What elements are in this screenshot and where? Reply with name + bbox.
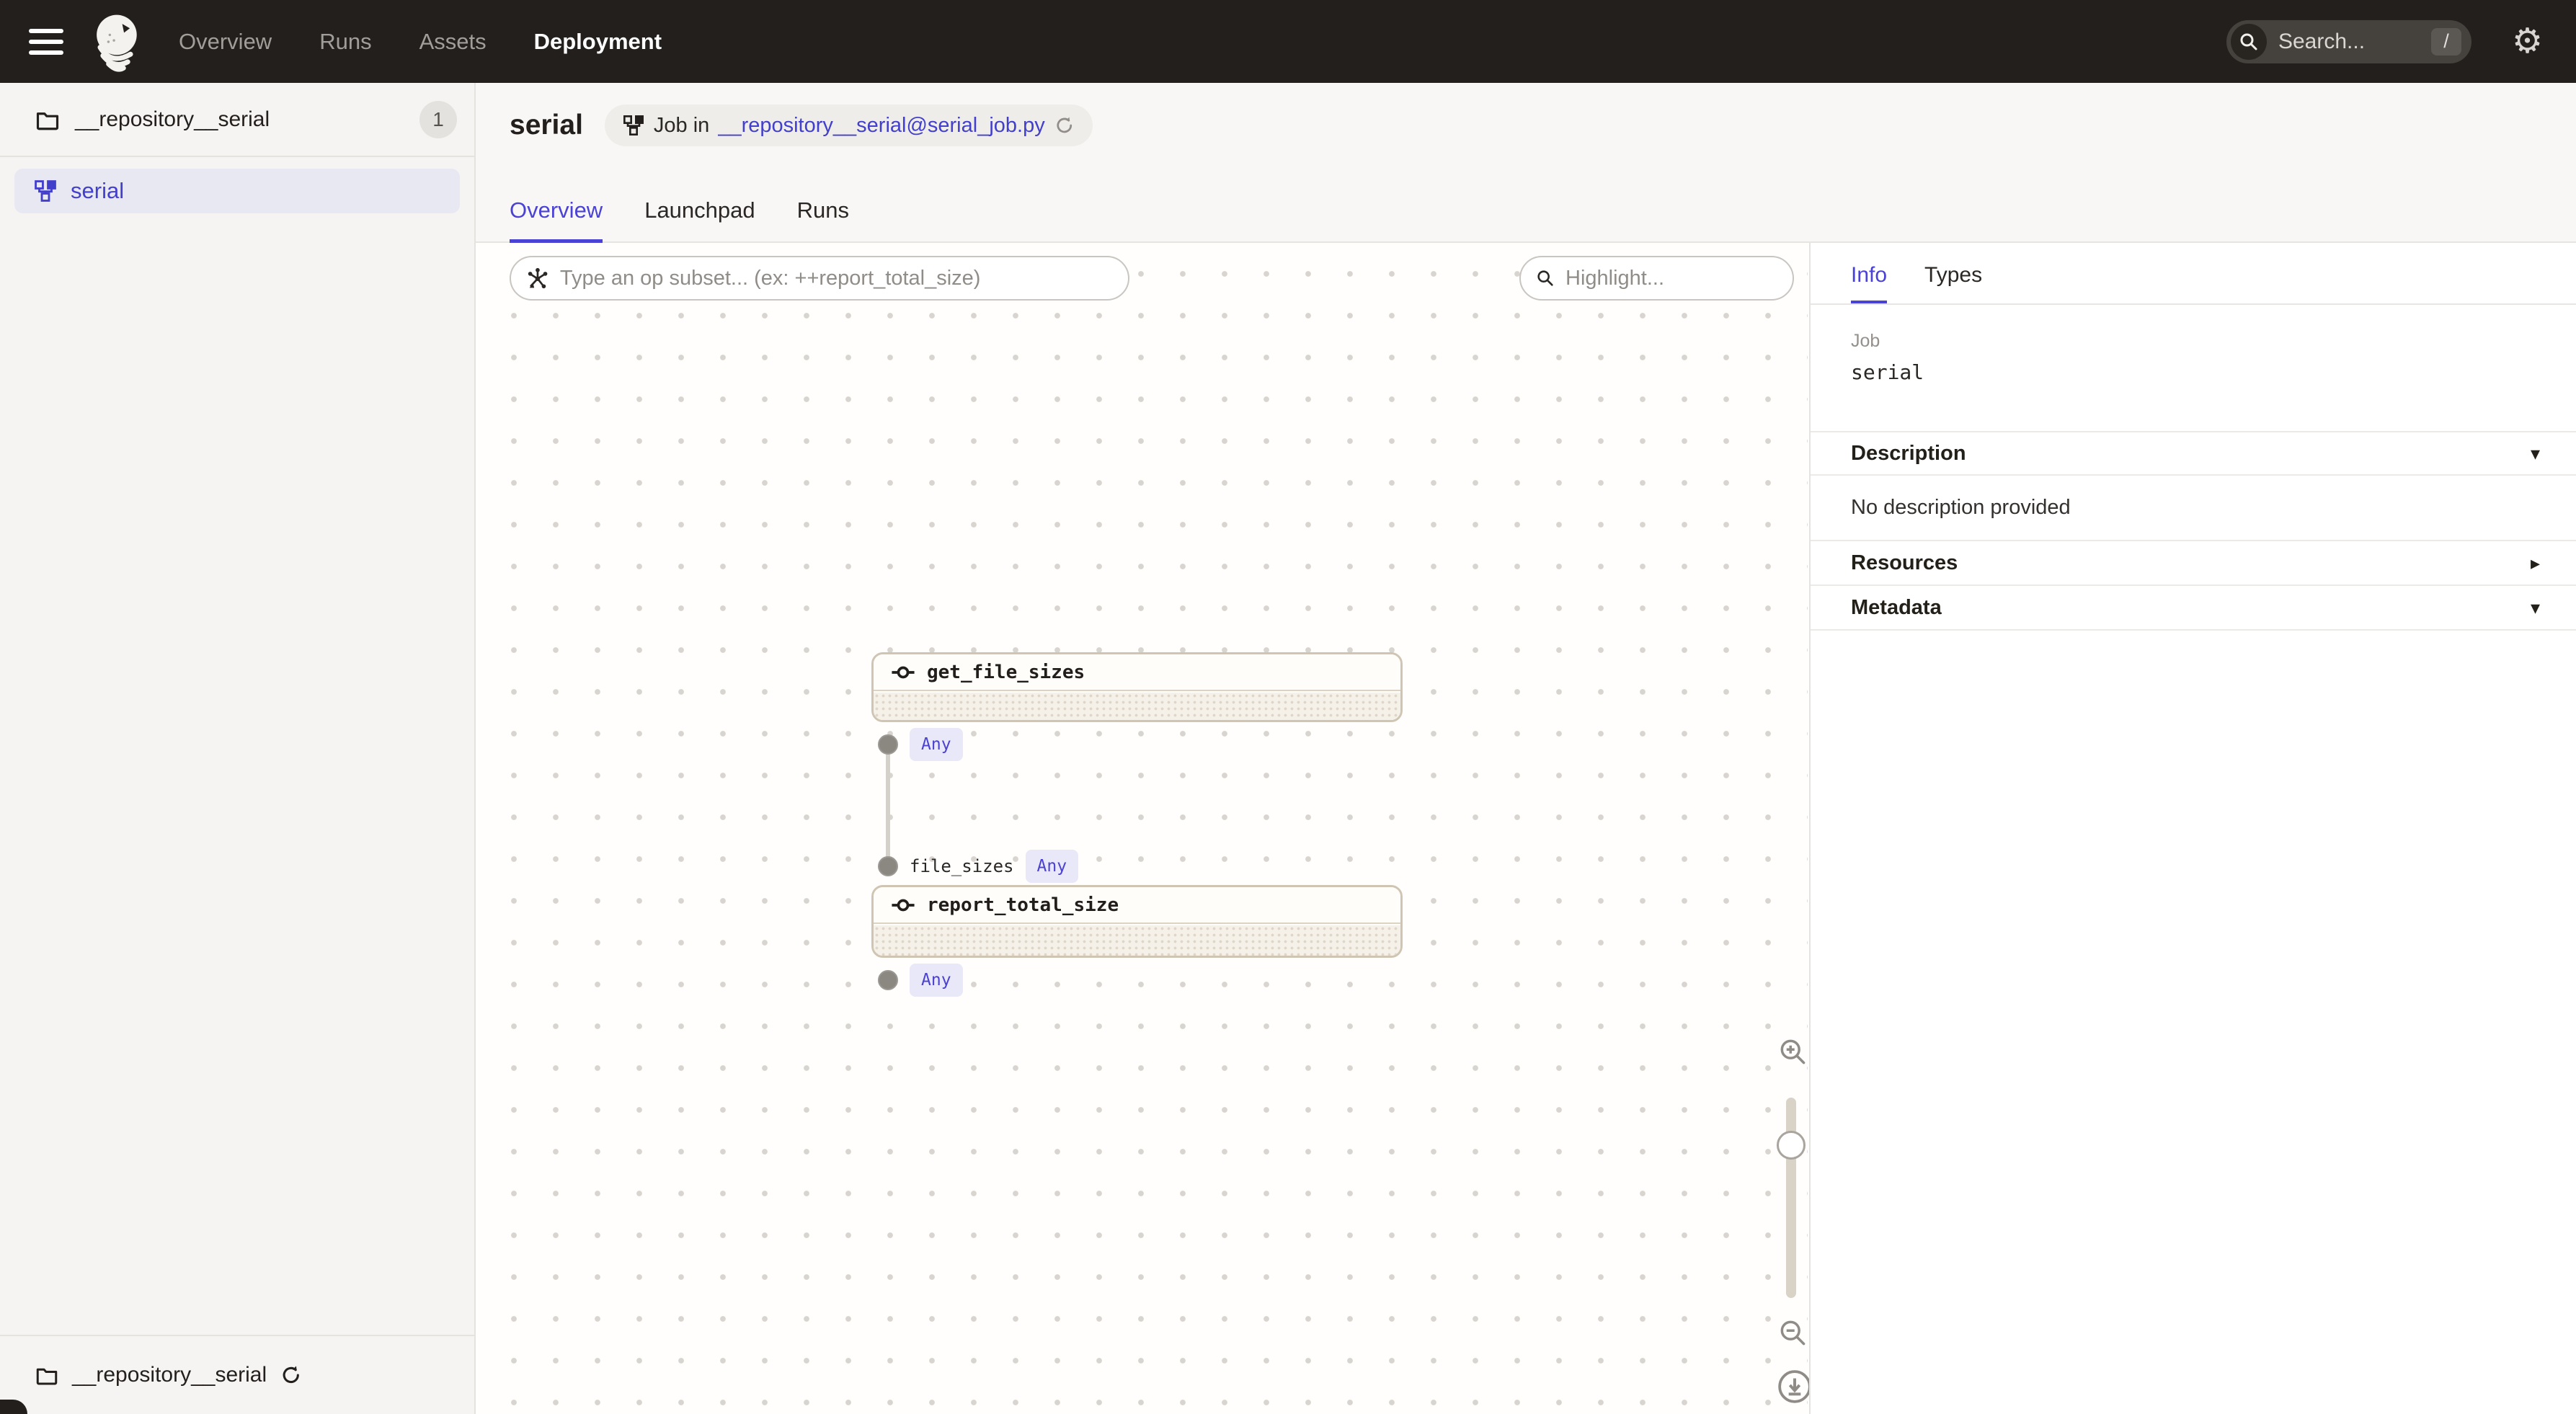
description-body: No description provided [1811,476,2576,541]
op-name: report_total_size [927,894,1119,916]
search-icon [1535,267,1555,290]
output-port-row: Any [878,964,963,997]
job-icon [33,179,58,203]
section-resources[interactable]: Resources ▸ [1811,541,2576,586]
job-summary: Job serial [1811,305,2576,431]
repository-name: __repository__serial [75,107,270,132]
tab-runs[interactable]: Runs [797,197,849,243]
repository-header[interactable]: __repository__serial 1 [0,83,474,157]
tab-types[interactable]: Types [1924,263,1982,303]
tab-launchpad[interactable]: Launchpad [644,197,755,243]
type-badge-any[interactable]: Any [910,728,963,761]
job-icon [622,114,645,137]
repository-count-badge: 1 [419,101,457,138]
highlight-filter [1519,256,1794,301]
section-metadata[interactable]: Metadata ▾ [1811,586,2576,631]
op-selector-icon [525,265,550,291]
type-badge-any[interactable]: Any [910,964,963,997]
download-image-icon[interactable] [1777,1369,1813,1405]
input-port [878,856,898,876]
zoom-slider-handle[interactable] [1777,1131,1806,1160]
op-icon [891,660,915,685]
job-name: serial [1851,360,2536,384]
navbar-links: Overview Runs Assets Deployment [179,29,662,55]
job-label: Job [1851,331,2536,352]
left-sidebar: __repository__serial 1 serial __reposito… [0,83,476,1414]
highlight-input[interactable] [1565,267,1778,290]
chevron-right-icon: ▸ [2531,552,2540,574]
input-port-row: file_sizes Any [878,850,1078,883]
type-badge-any[interactable]: Any [1026,850,1079,883]
page-title: serial [510,110,583,141]
hamburger-menu-icon[interactable] [29,29,63,55]
section-description[interactable]: Description ▾ [1811,431,2576,476]
footer-repository-name: __repository__serial [72,1363,267,1387]
op-edge [886,744,890,867]
panel-tabs: Info Types [1811,243,2576,305]
job-tabs: Overview Launchpad Runs [510,197,849,243]
op-subset-filter [510,256,1129,301]
breadcrumb-prefix: Job in [654,114,709,138]
op-node-body [874,693,1400,720]
settings-gear-icon[interactable]: ⚙ [2512,25,2543,59]
nav-item-deployment[interactable]: Deployment [534,29,662,55]
info-panel: Info Types Job serial Description ▾ No d… [1809,243,2576,1414]
op-node-report-total-size[interactable]: report_total_size [871,885,1403,958]
section-title: Resources [1851,551,1958,575]
reload-job-icon[interactable] [1054,115,1075,136]
op-subset-input[interactable] [560,267,1114,290]
global-search-input[interactable]: Search... / [2226,20,2471,63]
section-title: Description [1851,442,1966,466]
sidebar-item-label: serial [71,178,124,204]
chevron-down-icon: ▾ [2531,443,2540,465]
search-placeholder: Search... [2278,30,2431,54]
chevron-down-icon: ▾ [2531,597,2540,619]
top-navbar: Overview Runs Assets Deployment Search..… [0,0,2576,83]
breadcrumb: Job in __repository__serial@serial_job.p… [605,105,1093,146]
folder-icon [35,107,61,133]
tab-overview[interactable]: Overview [510,197,603,243]
output-port [878,970,898,990]
sidebar-item-serial[interactable]: serial [14,169,460,213]
nav-item-overview[interactable]: Overview [179,29,272,55]
zoom-slider-track[interactable] [1786,1098,1796,1298]
op-node-get-file-sizes[interactable]: get_file_sizes [871,652,1403,722]
nav-item-assets[interactable]: Assets [419,29,487,55]
search-shortcut-badge: / [2431,28,2461,55]
breadcrumb-repo-link[interactable]: __repository__serial@serial_job.py [718,114,1044,138]
dagster-logo-icon[interactable] [82,9,148,75]
reload-repository-icon[interactable] [280,1364,303,1387]
op-icon [891,893,915,917]
input-port-name: file_sizes [910,856,1014,876]
sidebar-footer: __repository__serial [0,1335,474,1414]
folder-icon [35,1363,59,1387]
zoom-out-icon[interactable] [1777,1317,1808,1348]
op-name: get_file_sizes [927,662,1085,683]
tab-info[interactable]: Info [1851,263,1887,303]
dagster-app: Overview Runs Assets Deployment Search..… [0,0,2576,1414]
output-port-row: Any [878,728,963,761]
output-port [878,734,898,755]
op-graph-canvas[interactable]: get_file_sizes Any file_sizes Any report [476,243,1808,1414]
op-node-body [874,925,1400,956]
section-title: Metadata [1851,596,1942,620]
search-icon [2231,24,2267,60]
nav-item-runs[interactable]: Runs [319,29,371,55]
job-header: serial Job in __repository__serial@seria… [476,83,2576,243]
zoom-in-icon[interactable] [1777,1036,1808,1067]
